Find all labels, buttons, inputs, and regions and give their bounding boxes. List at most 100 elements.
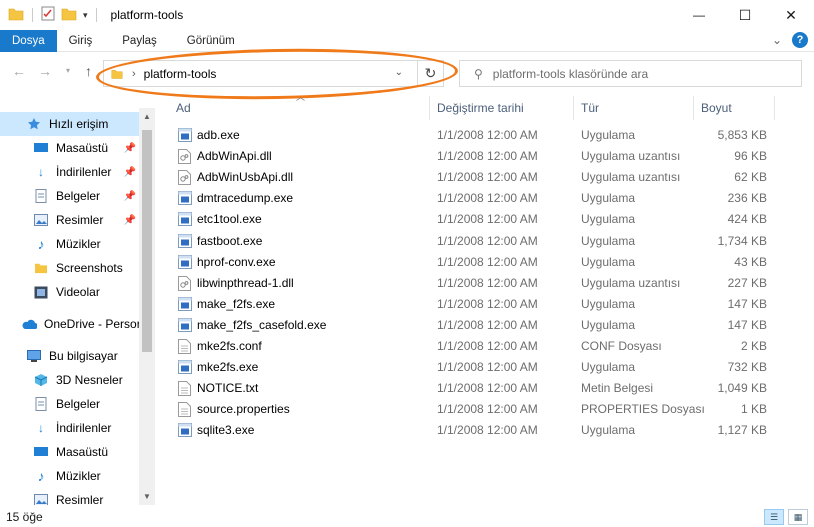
sidebar-item-desktop[interactable]: Masaüstü 📌 — [0, 136, 140, 160]
sidebar-item-onedrive[interactable]: OneDrive - Persor — [0, 312, 140, 336]
sidebar-item-videos[interactable]: Videolar — [0, 280, 140, 304]
file-row[interactable]: mke2fs.conf 1/1/2008 12:00 AM CONF Dosyası… — [174, 336, 774, 357]
file-row[interactable]: AdbWinUsbApi.dll 1/1/2008 12:00 AM Uygulam… — [174, 167, 774, 188]
refresh-icon[interactable]: ↻ — [417, 61, 443, 86]
help-icon[interactable]: ? — [792, 32, 808, 48]
executable-file-icon — [178, 423, 192, 438]
column-header-type[interactable]: Tür — [581, 96, 599, 120]
breadcrumb-current[interactable]: platform-tools — [144, 67, 217, 81]
tab-file[interactable]: Dosya — [0, 29, 57, 52]
column-divider[interactable] — [774, 96, 775, 120]
file-row[interactable]: make_f2fs_casefold.exe 1/1/2008 12:00 AM U… — [174, 315, 774, 336]
address-bar[interactable]: › platform-tools ⌄ ↻ — [103, 60, 444, 87]
sidebar-item-pictures-pc[interactable]: Resimler — [0, 488, 140, 505]
customize-qa-chevron-icon[interactable]: ▾ — [83, 10, 88, 21]
column-header-date[interactable]: Değiştirme tarihi — [437, 96, 524, 120]
new-folder-icon[interactable] — [61, 7, 77, 24]
recent-locations-chevron-icon[interactable]: ▾ — [66, 66, 70, 75]
column-header-name[interactable]: Ad — [176, 96, 191, 120]
column-divider[interactable] — [429, 96, 430, 120]
file-row[interactable]: libwinpthread-1.dll 1/1/2008 12:00 AM Uygu… — [174, 273, 774, 294]
file-row[interactable]: AdbWinApi.dll 1/1/2008 12:00 AM Uygulama u… — [174, 146, 774, 167]
file-type: Uygulama — [581, 317, 636, 332]
file-row[interactable]: source.properties 1/1/2008 12:00 AM PROPER… — [174, 399, 774, 420]
cloud-icon — [21, 316, 37, 332]
sidebar-item-label: İndirilenler — [56, 421, 112, 435]
scroll-up-icon[interactable]: ▲ — [143, 112, 151, 121]
documents-icon — [33, 396, 49, 412]
file-date: 1/1/2008 12:00 AM — [437, 360, 538, 375]
computer-icon — [26, 348, 42, 364]
file-name: libwinpthread-1.dll — [197, 275, 294, 290]
file-size: 5,853 KB — [717, 128, 767, 142]
sidebar-item-desktop-pc[interactable]: Masaüstü — [0, 440, 140, 464]
sidebar-item-music[interactable]: ♪ Müzikler — [0, 232, 140, 256]
properties-icon[interactable] — [41, 6, 55, 24]
up-arrow-icon[interactable]: ↑ — [85, 63, 92, 79]
file-date: 1/1/2008 12:00 AM — [437, 170, 538, 185]
file-row[interactable]: etc1tool.exe 1/1/2008 12:00 AM Uygulama 424… — [174, 209, 774, 230]
minimize-button[interactable]: — — [676, 0, 722, 30]
file-size: 1,734 KB — [717, 233, 767, 248]
file-size: 2 KB — [740, 339, 767, 353]
breadcrumb-separator-icon[interactable]: › — [132, 68, 136, 80]
large-icons-view-icon[interactable]: ▦ — [788, 509, 808, 525]
address-dropdown-icon[interactable]: ⌄ — [395, 67, 403, 78]
executable-file-icon — [178, 317, 192, 333]
forward-arrow-icon[interactable]: → — [38, 63, 52, 79]
file-size: 424 KB — [727, 212, 767, 227]
search-box[interactable]: ⚲ platform-tools klasöründe ara — [459, 60, 802, 87]
sidebar-item-documents-pc[interactable]: Belgeler — [0, 392, 140, 416]
file-date: 1/1/2008 12:00 AM — [437, 339, 538, 353]
status-bar: 15 öğe ☰ ▦ — [0, 505, 814, 527]
file-type: Uygulama — [581, 423, 636, 438]
scroll-down-icon[interactable]: ▼ — [143, 492, 151, 501]
file-row[interactable]: fastboot.exe 1/1/2008 12:00 AM Uygulama 1,7… — [174, 231, 774, 252]
details-view-icon[interactable]: ☰ — [764, 509, 784, 525]
column-divider[interactable] — [573, 96, 574, 120]
tab-share[interactable]: Paylaş — [110, 30, 169, 52]
executable-file-icon — [178, 296, 192, 312]
pin-icon[interactable]: 📌 — [124, 167, 136, 178]
file-row[interactable]: NOTICE.txt 1/1/2008 12:00 AM Metin Belgesi… — [174, 378, 774, 399]
ribbon-expand-icon[interactable]: ⌄ — [772, 33, 782, 47]
file-name: make_f2fs_casefold.exe — [197, 317, 327, 332]
file-row[interactable]: make_f2fs.exe 1/1/2008 12:00 AM Uygulama 14… — [174, 294, 774, 315]
back-arrow-icon[interactable]: ← — [12, 63, 26, 79]
file-row[interactable]: dmtracedump.exe 1/1/2008 12:00 AM Uygulama… — [174, 188, 774, 209]
file-date: 1/1/2008 12:00 AM — [437, 149, 538, 164]
pin-icon[interactable]: 📌 — [124, 215, 136, 226]
executable-file-icon — [178, 360, 192, 375]
file-name: AdbWinApi.dll — [197, 149, 272, 164]
file-type: Uygulama — [581, 360, 636, 375]
sidebar-item-this-pc[interactable]: Bu bilgisayar — [0, 344, 140, 368]
sidebar-item-quick-access[interactable]: Hızlı erişim — [0, 112, 140, 136]
file-size: 1 KB — [740, 402, 767, 417]
file-date: 1/1/2008 12:00 AM — [437, 275, 538, 290]
pin-icon[interactable]: 📌 — [124, 191, 136, 202]
close-button[interactable]: ✕ — [768, 0, 814, 30]
tab-home[interactable]: Giriş — [57, 30, 105, 52]
sidebar-item-documents[interactable]: Belgeler 📌 — [0, 184, 140, 208]
file-date: 1/1/2008 12:00 AM — [437, 402, 538, 417]
pin-icon[interactable]: 📌 — [124, 143, 136, 154]
sidebar-item-label: 3D Nesneler — [56, 373, 123, 387]
column-header-size[interactable]: Boyut — [701, 96, 732, 120]
tab-view[interactable]: Görünüm — [175, 30, 247, 52]
file-name: AdbWinUsbApi.dll — [197, 170, 294, 185]
column-divider[interactable] — [693, 96, 694, 120]
sidebar-item-music-pc[interactable]: ♪ Müzikler — [0, 464, 140, 488]
sidebar-item-screenshots[interactable]: Screenshots — [0, 256, 140, 280]
sidebar-scrollbar-thumb[interactable] — [142, 130, 152, 352]
sidebar-item-pictures[interactable]: Resimler 📌 — [0, 208, 140, 232]
file-row[interactable]: sqlite3.exe 1/1/2008 12:00 AM Uygulama 1,12… — [174, 420, 774, 441]
sidebar-item-downloads-pc[interactable]: ↓ İndirilenler — [0, 416, 140, 440]
maximize-button[interactable]: ☐ — [722, 0, 768, 30]
file-row[interactable]: adb.exe 1/1/2008 12:00 AM Uygulama 5,853 KB — [174, 125, 774, 146]
file-name: source.properties — [197, 402, 290, 417]
file-name: dmtracedump.exe — [197, 191, 294, 206]
file-row[interactable]: hprof-conv.exe 1/1/2008 12:00 AM Uygulama 4… — [174, 252, 774, 273]
sidebar-item-downloads[interactable]: ↓ İndirilenler 📌 — [0, 160, 140, 184]
sidebar-item-3d-objects[interactable]: 3D Nesneler — [0, 368, 140, 392]
file-row[interactable]: mke2fs.exe 1/1/2008 12:00 AM Uygulama 732 K… — [174, 357, 774, 378]
